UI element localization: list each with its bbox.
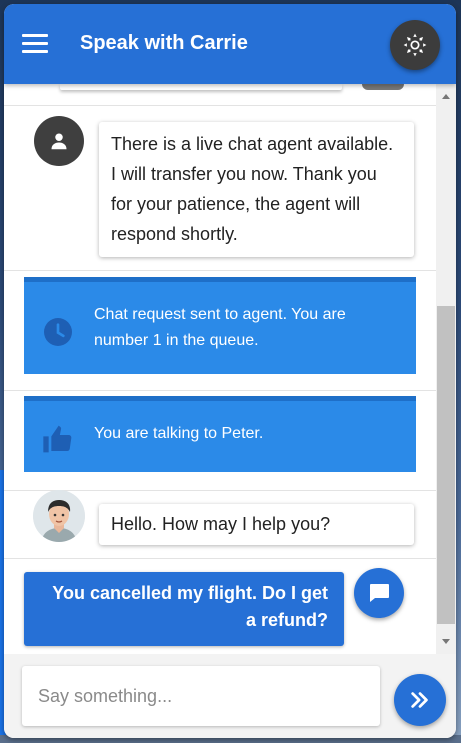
thumbs-up-icon [42, 423, 74, 464]
bot-message-text: There is a live chat agent available. I … [111, 134, 394, 244]
queue-status-text: Chat request sent to agent. You are numb… [94, 306, 346, 349]
message-input[interactable] [22, 666, 380, 726]
scroll-down-arrow-icon[interactable] [442, 639, 450, 644]
divider [4, 270, 436, 271]
message-input-container[interactable] [22, 666, 380, 726]
divider [4, 390, 436, 391]
brightness-icon[interactable] [390, 20, 440, 70]
person-icon [51, 133, 67, 150]
divider [4, 105, 436, 106]
clock-icon [42, 316, 74, 357]
queue-status-card: Chat request sent to agent. You are numb… [24, 277, 416, 374]
user-message-bubble: You cancelled my flight. Do I get a refu… [24, 572, 344, 646]
send-button[interactable] [394, 674, 446, 726]
chat-bubble-icon [370, 584, 389, 602]
previous-avatar-edge [362, 84, 404, 90]
scrollbar[interactable] [436, 84, 456, 654]
user-avatar [354, 568, 404, 618]
chat-window: Speak with Carrie There is a live chat a… [4, 4, 456, 738]
message-composer [4, 654, 456, 738]
message-list[interactable]: There is a live chat agent available. I … [4, 84, 436, 654]
bot-avatar [34, 116, 84, 166]
scrollbar-thumb[interactable] [437, 306, 455, 624]
chat-title: Speak with Carrie [80, 32, 248, 54]
agent-avatar [33, 490, 85, 542]
double-chevron-right-icon [411, 692, 428, 708]
previous-message-edge [60, 84, 342, 90]
bot-message-bubble: There is a live chat agent available. I … [99, 122, 414, 257]
agent-connected-text: You are talking to Peter. [94, 425, 264, 442]
divider [4, 490, 436, 491]
user-message-text: You cancelled my flight. Do I get a refu… [52, 583, 328, 630]
agent-connected-card: You are talking to Peter. [24, 396, 416, 472]
agent-message-text: Hello. How may I help you? [111, 514, 331, 534]
hamburger-menu-icon[interactable] [22, 34, 48, 54]
chat-header: Speak with Carrie [4, 4, 456, 84]
agent-message-bubble: Hello. How may I help you? [99, 504, 414, 545]
divider [4, 558, 436, 559]
scroll-up-arrow-icon[interactable] [442, 94, 450, 99]
